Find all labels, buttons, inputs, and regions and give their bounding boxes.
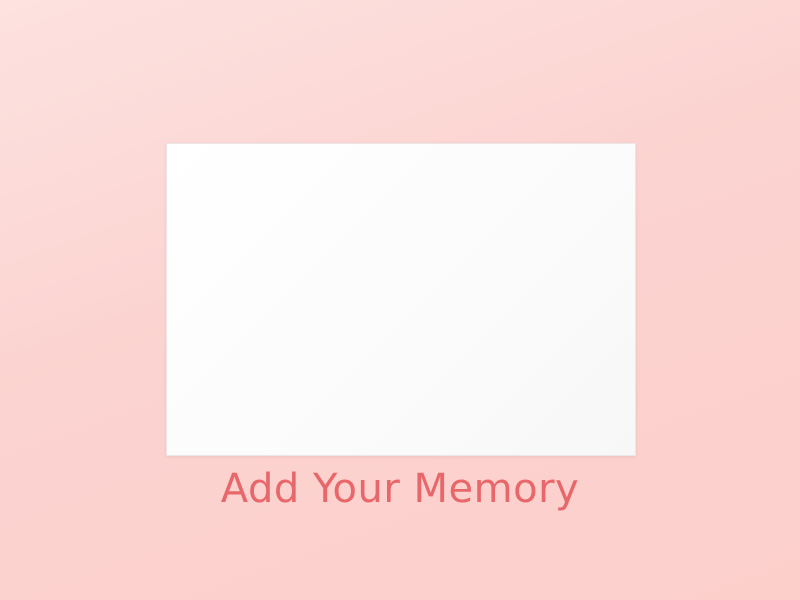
memory-photo-placeholder[interactable] [166,143,636,456]
add-memory-label[interactable]: Add Your Memory [0,466,800,512]
